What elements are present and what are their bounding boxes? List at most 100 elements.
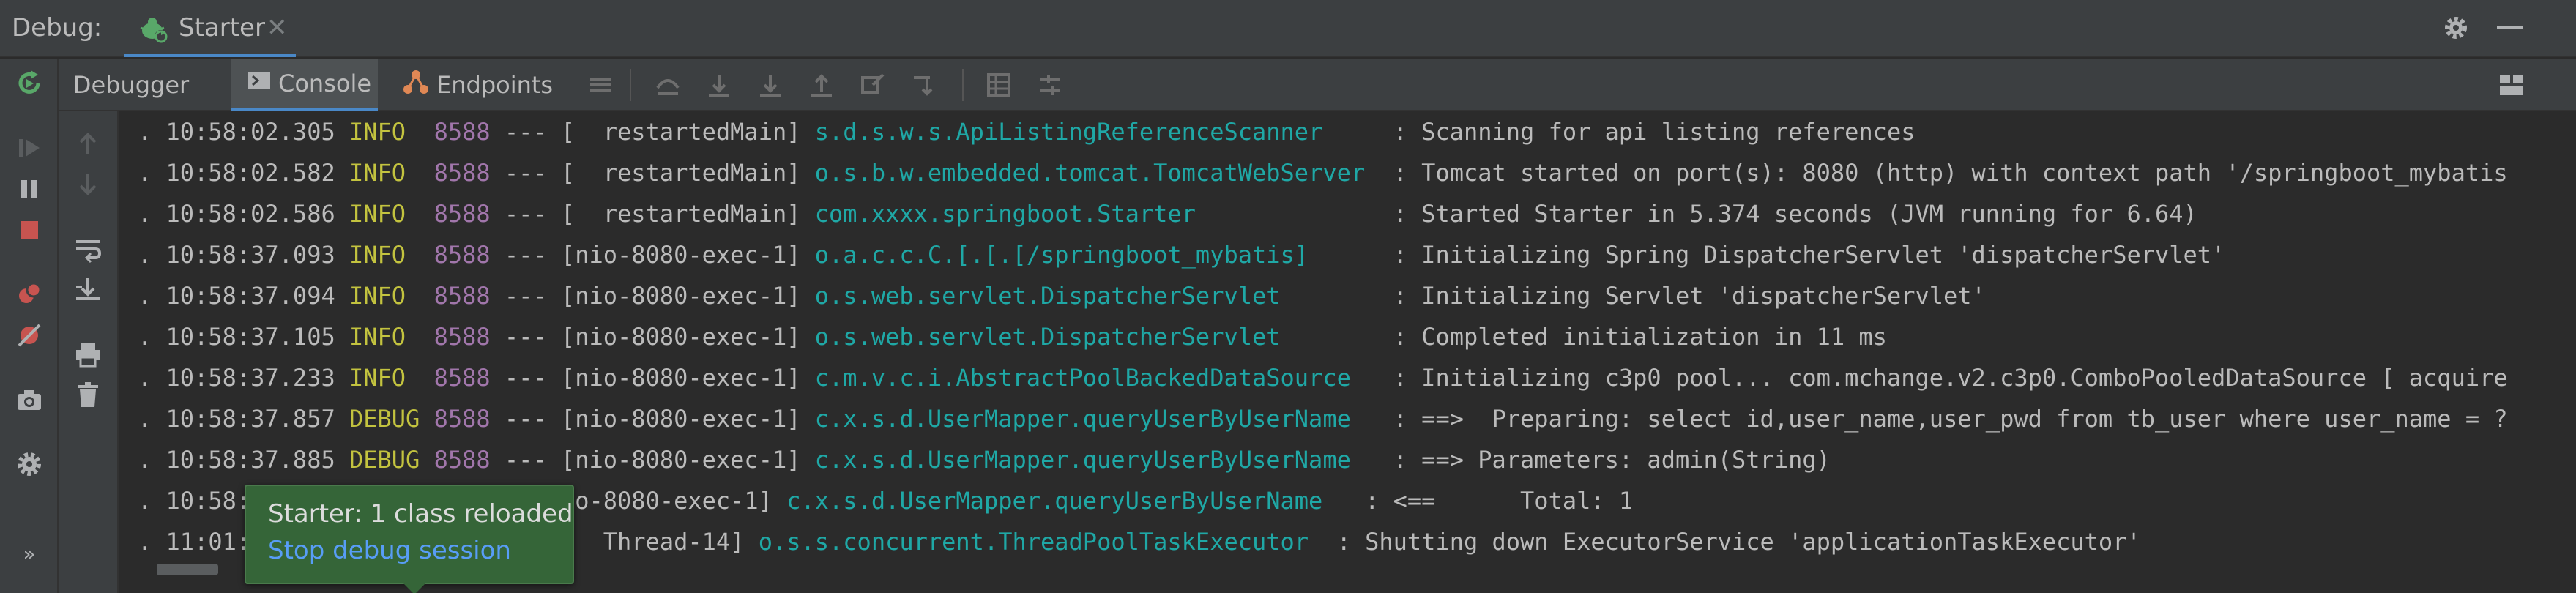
log-message: : <== Total: 1 (1350, 487, 1634, 515)
resume-icon[interactable] (13, 132, 45, 164)
tab-endpoints[interactable]: Endpoints (401, 59, 555, 111)
log-line: . 10:58:37.233 INFO 8588 --- [nio-8080-e… (138, 357, 2508, 398)
log-logger: o.a.c.c.C.[.[.[/springboot_mybatis] (814, 241, 1380, 269)
log-line: . 10:58:37.857 DEBUG 8588 --- [nio-8080-… (138, 398, 2508, 439)
menu-icon[interactable] (584, 69, 617, 101)
log-prefix: . (138, 405, 166, 433)
pause-icon[interactable] (13, 173, 45, 205)
log-sep: --- [nio-8080-exec-1] (490, 282, 815, 310)
log-pid: 8588 (433, 364, 491, 392)
log-message: : Tomcat started on port(s): 8080 (http)… (1379, 159, 2508, 187)
tab-console[interactable]: Console (231, 59, 378, 111)
log-time: 10:58:37.857 (165, 405, 335, 433)
log-logger: c.m.v.c.i.AbstractPoolBackedDataSource (814, 364, 1380, 392)
log-logger: s.d.s.w.s.ApiListingReferenceScanner (814, 118, 1380, 146)
camera-icon[interactable] (13, 384, 45, 416)
step-out-icon[interactable] (805, 69, 838, 101)
close-icon[interactable]: ✕ (267, 13, 288, 42)
log-pid: 8588 (433, 405, 491, 433)
log-time: 10:58:37.093 (165, 241, 335, 269)
log-pid: 8588 (433, 282, 491, 310)
layout-icon[interactable] (2495, 69, 2528, 101)
log-sep: --- [nio-8080-exec-1] (490, 323, 815, 351)
log-time: 10:58:37.094 (165, 282, 335, 310)
horizontal-scrollbar[interactable] (157, 564, 218, 575)
rerun-icon[interactable] (13, 67, 45, 100)
console-tools (59, 111, 119, 593)
log-level: DEBUG (335, 446, 434, 474)
tab-debugger[interactable]: Debugger (59, 59, 198, 111)
trace-icon[interactable] (1034, 69, 1066, 101)
log-message: : Completed initialization in 11 ms (1379, 323, 1887, 351)
log-line: . 10:58:02.582 INFO 8588 --- [ restarted… (138, 152, 2508, 193)
run-to-cursor-icon[interactable] (908, 69, 940, 101)
log-time: 10:58:02.586 (165, 200, 335, 228)
more-icon[interactable]: » (13, 542, 45, 574)
log-message: : Initializing Spring DispatcherServlet … (1379, 241, 2226, 269)
reload-notification-balloon: Starter: 1 class reloaded Stop debug ses… (245, 485, 574, 593)
log-sep: --- [nio-8080-exec-1] (490, 241, 815, 269)
log-message: : Scanning for api listing references (1379, 118, 1916, 146)
log-level: INFO (335, 323, 434, 351)
scroll-to-end-icon[interactable] (72, 274, 104, 306)
step-into-icon[interactable] (754, 69, 786, 101)
log-level: INFO (335, 241, 434, 269)
drop-frame-icon[interactable] (857, 69, 889, 101)
stop-icon[interactable] (13, 214, 45, 246)
log-message: : Started Starter in 5.374 seconds (JVM … (1379, 200, 2197, 228)
log-sep: --- [ restartedMain] (490, 118, 815, 146)
settings-icon[interactable] (13, 448, 45, 480)
log-sep: --- [nio-8080-exec-1] (490, 405, 815, 433)
toolbar-separator (630, 69, 631, 101)
mute-breakpoints-icon[interactable] (13, 319, 45, 351)
step-over-icon[interactable] (703, 69, 735, 101)
stop-debug-session-link[interactable]: Stop debug session (268, 536, 511, 565)
log-message: : Initializing Servlet 'dispatcherServle… (1379, 282, 1986, 310)
log-prefix: . (138, 282, 166, 310)
log-prefix: . (138, 159, 166, 187)
log-line: . 10:58:37.885 DEBUG 8588 --- [nio-8080-… (138, 439, 1831, 480)
bug-icon (138, 15, 170, 47)
tab-debugger-label: Debugger (72, 71, 190, 99)
log-message: : ==> Parameters: admin(String) (1379, 446, 1831, 474)
log-logger: o.s.b.w.embedded.tomcat.TomcatWebServer (814, 159, 1380, 187)
clear-icon[interactable] (72, 379, 104, 411)
log-prefix: . (138, 487, 166, 515)
log-line: . 10:58:37.093 INFO 8588 --- [nio-8080-e… (138, 234, 2225, 275)
debug-label: Debug: (12, 13, 103, 42)
down-icon[interactable] (72, 168, 104, 201)
log-prefix: . (138, 364, 166, 392)
log-sep: --- [nio-8080-exec-1] (490, 446, 815, 474)
debug-actions-toolbar: » (0, 59, 59, 593)
log-message: : Shutting down ExecutorService 'applica… (1322, 528, 2141, 556)
evaluate-icon[interactable] (983, 69, 1015, 101)
log-message: : Initializing c3p0 pool... com.mchange.… (1379, 364, 2508, 392)
log-pid: 8588 (433, 159, 491, 187)
view-breakpoints-icon[interactable] (13, 278, 45, 310)
log-logger: com.xxxx.springboot.Starter (814, 200, 1380, 228)
log-logger: c.x.s.d.UserMapper.queryUserByUserName (814, 446, 1380, 474)
soft-wrap-icon[interactable] (72, 233, 104, 265)
log-logger: c.x.s.d.UserMapper.queryUserByUserName (786, 487, 1351, 515)
notification-title: Starter: 1 class reloaded (268, 499, 573, 529)
run-configuration-tab[interactable]: Starter ✕ (124, 0, 296, 57)
minimize-icon[interactable] (2497, 26, 2523, 29)
log-prefix: . (138, 446, 166, 474)
log-time: 10:58:37.105 (165, 323, 335, 351)
log-prefix: . (138, 118, 166, 146)
log-time: 10:58:02.305 (165, 118, 335, 146)
log-time: 10:58: (165, 487, 251, 515)
log-message: : ==> Preparing: select id,user_name,use… (1379, 405, 2508, 433)
log-logger: c.x.s.d.UserMapper.queryUserByUserName (814, 405, 1380, 433)
up-icon[interactable] (72, 127, 104, 160)
log-pid: 8588 (433, 446, 491, 474)
print-icon[interactable] (72, 338, 104, 370)
log-pid: 8588 (433, 118, 491, 146)
gear-icon[interactable] (2441, 13, 2471, 45)
log-sep: --- [ restartedMain] (490, 200, 815, 228)
log-line: . 10:58:02.586 INFO 8588 --- [ restarted… (138, 193, 2197, 234)
show-execution-point-icon[interactable] (652, 69, 684, 101)
endpoints-icon (401, 67, 431, 102)
log-level: INFO (335, 282, 434, 310)
debug-tool-window-header: Debug: Starter ✕ (0, 0, 2576, 57)
